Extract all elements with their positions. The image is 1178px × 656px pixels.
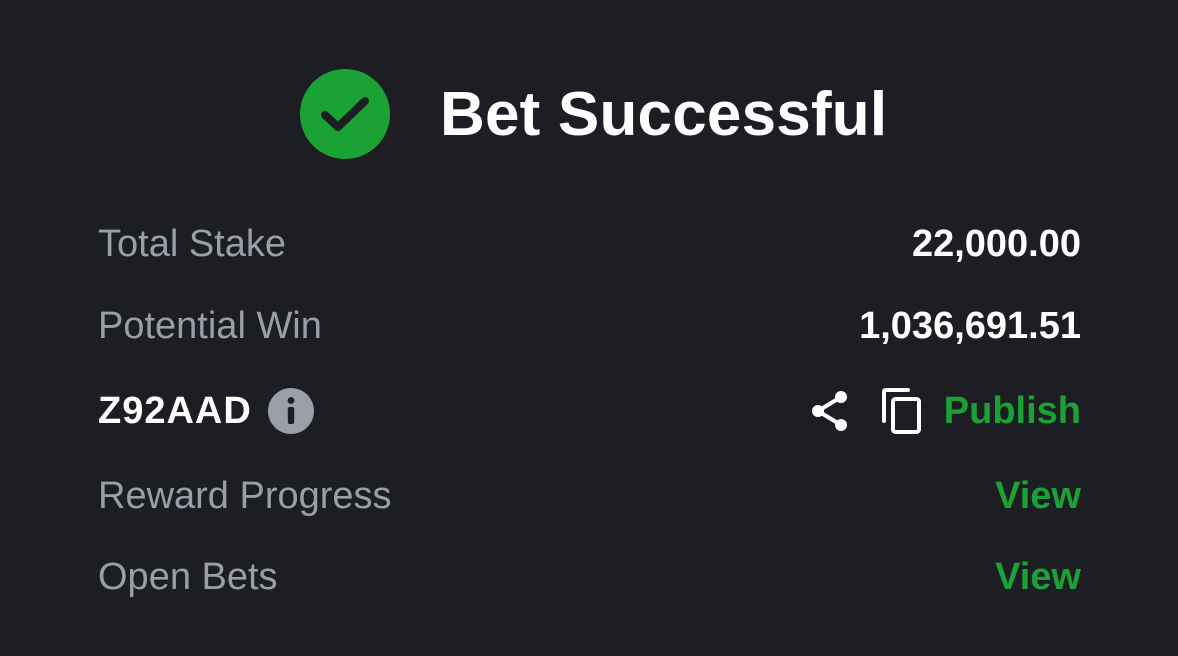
booking-code-group: Z92AAD [98,388,314,434]
open-bets-label: Open Bets [98,555,278,598]
booking-actions: Publish [808,387,1081,435]
page-title: Bet Successful [440,79,888,149]
bet-success-header: Bet Successful [300,68,887,160]
total-stake-row: Total Stake 22,000.00 [98,214,1081,274]
share-icon[interactable] [808,388,852,434]
total-stake-label: Total Stake [98,222,286,265]
reward-progress-view-link[interactable]: View [995,475,1081,518]
booking-code-row: Z92AAD Publish [98,381,1081,441]
potential-win-value: 1,036,691.51 [859,304,1081,347]
total-stake-value: 22,000.00 [911,222,1081,265]
potential-win-label: Potential Win [98,304,322,347]
booking-code: Z92AAD [98,389,252,432]
publish-button[interactable]: Publish [944,390,1081,433]
info-icon[interactable] [267,388,314,434]
potential-win-row: Potential Win 1,036,691.51 [98,296,1081,356]
copy-icon[interactable] [880,387,924,435]
open-bets-view-link[interactable]: View [995,556,1081,599]
reward-progress-label: Reward Progress [98,474,392,517]
check-circle-icon [300,69,390,159]
reward-progress-row: Reward Progress View [98,466,1081,526]
open-bets-row: Open Bets View [98,547,1081,607]
